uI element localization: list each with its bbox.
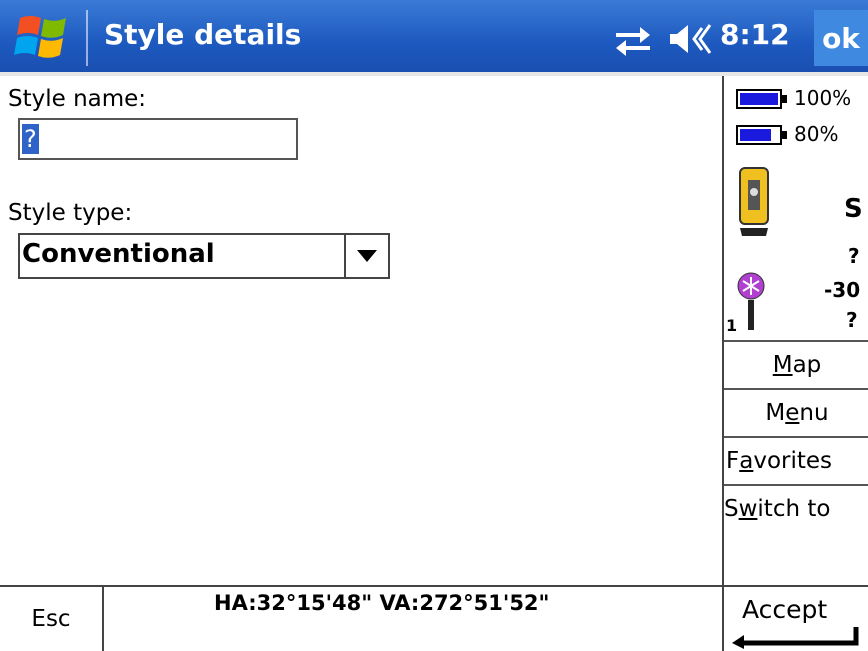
instrument-letter: S [844, 194, 863, 224]
target-value: -30 [824, 278, 861, 302]
battery1-percent: 100% [794, 86, 852, 110]
volume-icon[interactable] [668, 22, 712, 56]
style-type-dropdown[interactable]: Conventional [18, 233, 390, 279]
title-separator [86, 10, 88, 66]
status-panel: 100% 80% S ? 1 -30 ? Map Me nu Fa vorites … [722, 76, 868, 651]
enter-icon [732, 627, 859, 649]
map-button[interactable]: Map [724, 340, 868, 388]
target-question: ? [846, 308, 858, 332]
target-number: 1 [726, 316, 738, 335]
style-name-input[interactable]: ? [18, 118, 298, 160]
total-station-icon[interactable] [736, 166, 772, 242]
battery2-percent: 80% [794, 122, 839, 146]
accept-label: Accept [742, 595, 828, 624]
windows-start-icon[interactable] [14, 12, 72, 62]
style-type-value: Conventional [22, 239, 215, 269]
instrument-value: ? [848, 244, 860, 268]
ok-button[interactable]: ok [814, 10, 868, 66]
bottom-bar: Esc HA:32°15'48" VA:272°51'52" [0, 585, 722, 651]
menu-button[interactable]: Me nu [724, 388, 868, 436]
battery-icon[interactable] [736, 88, 788, 110]
target-prism-icon[interactable] [734, 272, 768, 332]
angle-readout: HA:32°15'48" VA:272°51'52" [214, 591, 550, 615]
chevron-down-icon [357, 250, 377, 262]
style-name-label: Style name: [8, 86, 147, 112]
dropdown-arrow-button[interactable] [344, 235, 388, 277]
accept-button[interactable]: Accept [722, 585, 868, 651]
style-type-label: Style type: [8, 200, 133, 226]
connectivity-icon[interactable] [612, 22, 654, 56]
title-bar: Style details 8:12 ok [0, 0, 868, 76]
battery-icon[interactable] [736, 124, 788, 146]
clock[interactable]: 8:12 [720, 18, 790, 51]
favorites-button[interactable]: Fa vorites [724, 436, 868, 484]
page-title: Style details [104, 18, 302, 51]
switch-to-button[interactable]: Sw itch to [724, 484, 868, 532]
style-name-value: ? [22, 124, 39, 154]
esc-button[interactable]: Esc [0, 587, 104, 651]
